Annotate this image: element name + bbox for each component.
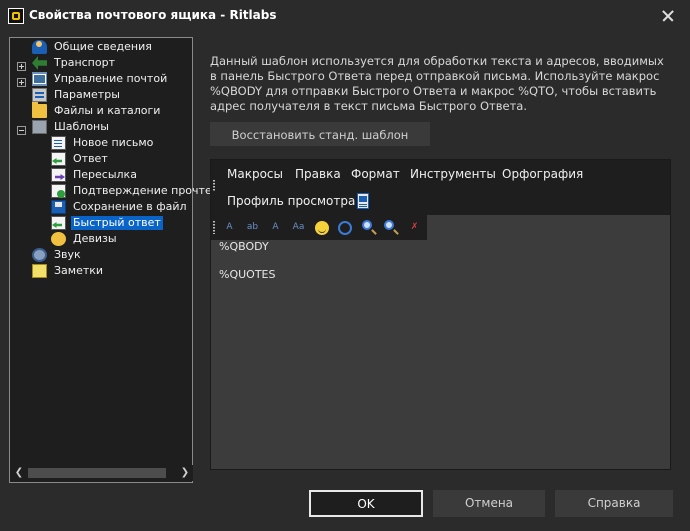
tree-item-quick-reply[interactable]: Быстрый ответ: [51, 215, 163, 231]
app-icon: [8, 8, 24, 24]
bold-icon[interactable]: ab: [244, 219, 261, 236]
format-toolbar: A ab A Aa ✗: [211, 215, 427, 240]
clear-formatting-icon[interactable]: ✗: [406, 219, 423, 236]
window-title: Свойства почтового ящика - Ritlabs: [29, 8, 277, 22]
cancel-button[interactable]: Отмена: [433, 490, 545, 517]
insert-icon[interactable]: [338, 221, 352, 235]
templates-icon: [32, 120, 47, 134]
mottos-icon: [51, 232, 66, 246]
tree-item-sound[interactable]: Звук: [32, 247, 83, 263]
menu-view-profile[interactable]: Профиль просмотра: [227, 194, 355, 208]
tree-item-mail-management[interactable]: Управление почтой: [32, 71, 169, 87]
notes-icon: [32, 264, 47, 278]
help-button[interactable]: Справка: [555, 490, 673, 517]
parameters-icon: [32, 88, 47, 102]
preview-profile-icon[interactable]: [357, 193, 369, 209]
tree-item-mottos[interactable]: Девизы: [51, 231, 119, 247]
settings-tree[interactable]: Общие сведения Транспорт Управление почт…: [9, 37, 212, 483]
editor-line: %QBODY: [219, 240, 269, 253]
tree-item-read-confirmation[interactable]: Подтверждение прочте: [51, 183, 214, 199]
tree-item-parameters[interactable]: Параметры: [32, 87, 122, 103]
tree-item-general[interactable]: Общие сведения: [32, 39, 154, 55]
tree-item-files[interactable]: Файлы и каталоги: [32, 102, 162, 119]
save-icon: [51, 200, 66, 214]
smiley-icon[interactable]: [315, 221, 329, 235]
tree-horizontal-scrollbar[interactable]: ❮ ❯: [11, 465, 193, 481]
ok-button[interactable]: OK: [309, 490, 423, 517]
zoom-in-icon[interactable]: [362, 220, 372, 230]
template-description: Данный шаблон используется для обработки…: [210, 54, 664, 113]
tree-item-new-message[interactable]: Новое письмо: [51, 135, 155, 151]
toolbar-grip-icon[interactable]: [213, 221, 215, 234]
scroll-left-icon[interactable]: ❮: [11, 465, 27, 481]
tree-item-transport[interactable]: Транспорт: [32, 55, 117, 71]
menu-format[interactable]: Формат: [351, 167, 400, 181]
zoom-out-icon[interactable]: [384, 220, 394, 230]
menu-spelling[interactable]: Орфография: [502, 167, 583, 181]
users-icon: [32, 40, 47, 54]
expand-transport-toggle[interactable]: [17, 62, 26, 71]
restore-default-template-button[interactable]: Восстановить станд. шаблон: [210, 122, 430, 146]
reply-icon: [51, 152, 66, 166]
tree-item-save-to-file[interactable]: Сохранение в файл: [51, 199, 189, 215]
title-bar: Свойства почтового ящика - Ritlabs: [0, 0, 690, 32]
tree-item-reply[interactable]: Ответ: [51, 151, 110, 167]
menu-tools[interactable]: Инструменты: [410, 167, 496, 181]
tree-item-templates[interactable]: Шаблоны: [32, 119, 111, 135]
confirmation-icon: [51, 184, 66, 198]
mail-management-icon: [32, 72, 47, 86]
template-editor[interactable]: Макросы Правка Формат Инструменты Орфогр…: [210, 159, 671, 470]
transport-icon: [32, 56, 47, 70]
menu-edit[interactable]: Правка: [295, 167, 341, 181]
scroll-right-icon[interactable]: ❯: [177, 465, 193, 481]
tree-item-notes[interactable]: Заметки: [32, 263, 105, 279]
close-button[interactable]: [644, 0, 690, 32]
menu-macros[interactable]: Макросы: [227, 167, 283, 181]
font-icon[interactable]: Aa: [290, 219, 307, 236]
document-icon: [51, 136, 66, 150]
menubar-grip-icon[interactable]: [213, 180, 215, 192]
sound-icon: [32, 248, 47, 262]
folder-icon: [32, 102, 47, 118]
editor-menubar: Макросы Правка Формат Инструменты Орфогр…: [211, 160, 670, 215]
font-size-icon[interactable]: A: [221, 219, 238, 236]
quick-reply-icon: [51, 216, 66, 230]
forward-icon: [51, 168, 66, 182]
expand-mail-management-toggle[interactable]: [17, 78, 26, 87]
collapse-templates-toggle[interactable]: [17, 126, 26, 135]
editor-content[interactable]: %QBODY %QUOTES: [219, 240, 275, 296]
scrollbar-thumb[interactable]: [28, 468, 166, 478]
editor-line: %QUOTES: [219, 268, 276, 281]
text-color-icon[interactable]: A: [267, 219, 284, 236]
tree-item-forward[interactable]: Пересылка: [51, 167, 139, 183]
